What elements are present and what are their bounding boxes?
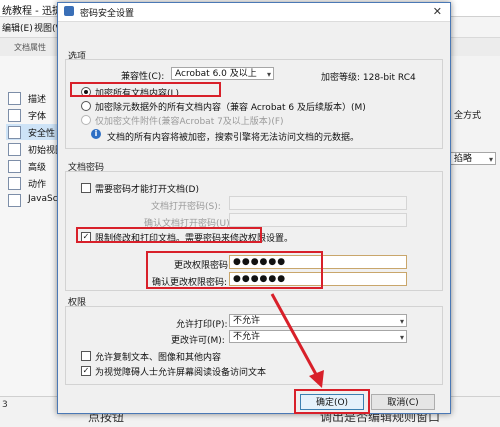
page-icon	[8, 143, 21, 156]
highlight-encrypt-all	[70, 82, 221, 97]
require-open-password-checkbox[interactable]	[81, 183, 91, 193]
encrypt-except-metadata-label: 加密除元数据外的所有文档内容（兼容 Acrobat 6 及后续版本）(M)	[95, 103, 366, 113]
chevron-down-icon: ▾	[399, 333, 404, 342]
highlight-restrict-editing	[76, 227, 262, 243]
allow-print-dropdown[interactable]: 不允许 ▾	[229, 314, 407, 327]
compat-dropdown[interactable]: Acrobat 6.0 及以上 ▾	[171, 67, 274, 80]
lock-icon	[64, 6, 74, 16]
change-permission-label: 更改许可(M):	[171, 336, 225, 346]
right-panel-dropdown[interactable]: 掐略 ▾	[450, 152, 496, 165]
encrypt-level: 加密等级: 128-bit RC4	[321, 73, 416, 83]
doc-properties-tab[interactable]: 文档属性	[14, 42, 46, 53]
allow-copy-checkbox[interactable]	[81, 351, 91, 361]
highlight-permission-passwords	[146, 251, 323, 289]
encrypt-attachments-radio[interactable]	[81, 115, 91, 125]
highlight-ok-button	[294, 389, 370, 414]
page-icon	[8, 194, 21, 207]
compat-label: 兼容性(C):	[121, 72, 165, 82]
encrypt-attachments-label: 仅加密文件附件(兼容Acrobat 7及以上版本)(F)	[95, 117, 284, 127]
right-panel-text: 全方式	[454, 111, 482, 121]
confirm-open-password-input[interactable]	[229, 213, 407, 227]
password-security-dialog: 密码安全设置 ✕ 选项 兼容性(C): Acrobat 6.0 及以上 ▾ 加密等…	[57, 2, 451, 414]
require-open-password-label: 需要密码才能打开文档(D)	[95, 185, 199, 195]
page-icon	[8, 177, 21, 190]
encrypt-except-metadata-radio[interactable]	[81, 101, 91, 111]
page-icon	[8, 126, 21, 139]
screen-reader-checkbox[interactable]: ✓	[81, 366, 91, 376]
dialog-title: 密码安全设置	[80, 9, 135, 19]
info-text: 文档的所有内容将被加密，搜索引擎将无法访问文档的元数据。	[107, 133, 360, 143]
cancel-button[interactable]: 取消(C)	[371, 394, 435, 410]
info-icon: i	[91, 129, 101, 139]
allow-copy-label: 允许复制文本、图像和其他内容	[95, 353, 222, 363]
page-icon	[8, 92, 21, 105]
page-icon	[8, 160, 21, 173]
page-icon	[8, 109, 21, 122]
close-icon[interactable]: ✕	[433, 5, 442, 18]
screen-reader-label: 为视觉障碍人士允许屏幕阅读设备访问文本	[95, 368, 267, 378]
chevron-down-icon: ▾	[488, 155, 493, 164]
open-password-label: 文档打开密码(S):	[151, 202, 221, 212]
menu-edit[interactable]: 编辑(E)	[2, 21, 33, 34]
chevron-down-icon: ▾	[266, 70, 271, 79]
change-permission-dropdown[interactable]: 不允许 ▾	[229, 330, 407, 343]
chevron-down-icon: ▾	[399, 317, 404, 326]
bottom-page-number: 3	[2, 400, 8, 410]
allow-print-label: 允许打印(P):	[176, 320, 228, 330]
dialog-titlebar: 密码安全设置 ✕	[58, 3, 450, 22]
open-password-input[interactable]	[229, 196, 407, 210]
